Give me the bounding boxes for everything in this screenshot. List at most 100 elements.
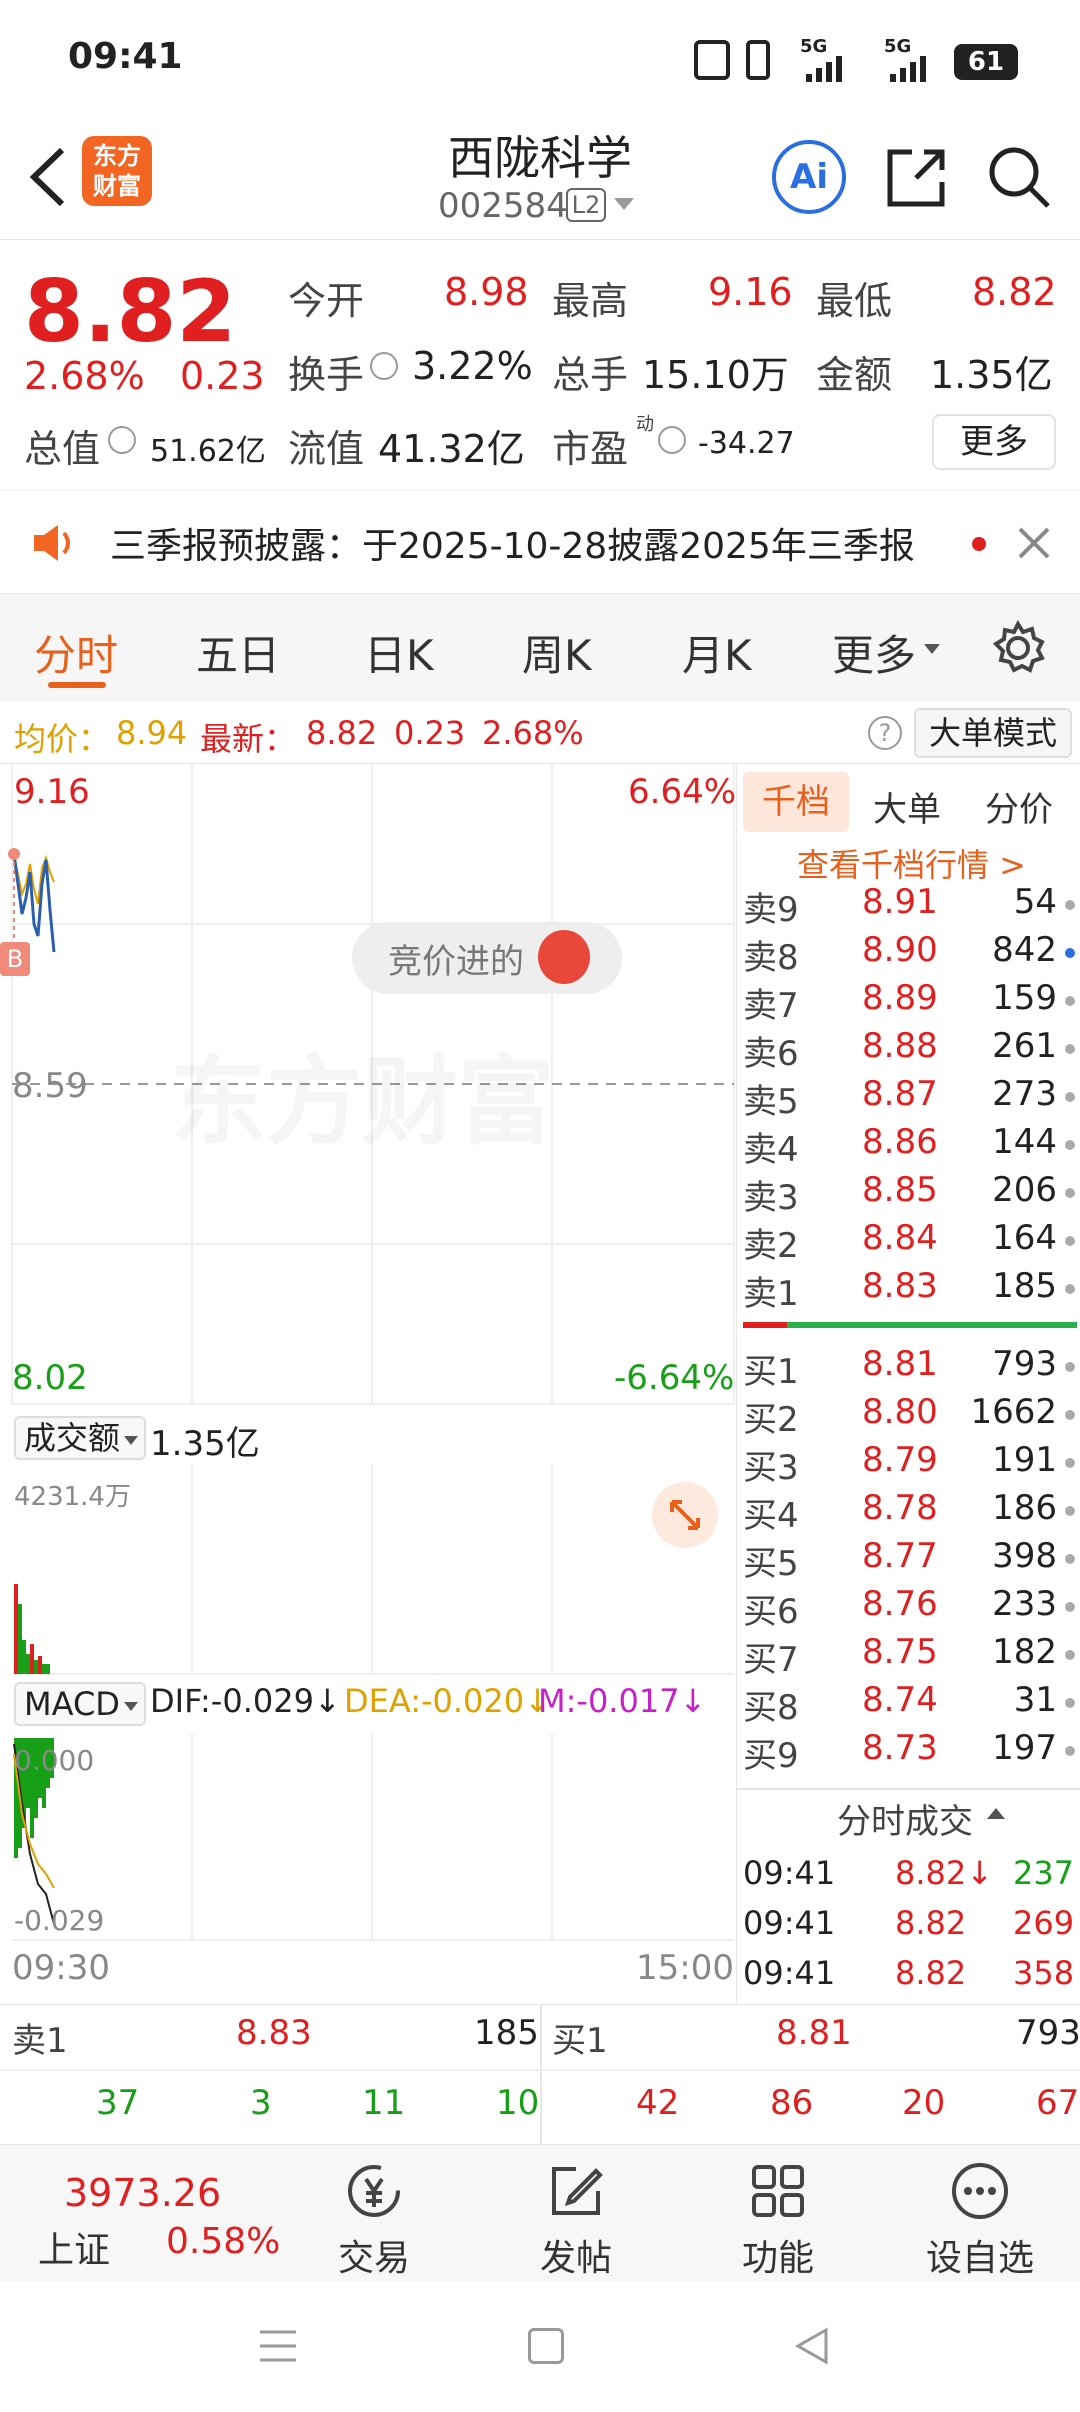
sell-queue-item: 37 [96,2083,140,2123]
ai-assistant-icon[interactable]: Ai [772,140,846,214]
back-nav-icon[interactable] [792,2326,832,2366]
volume-total: 1.35亿 [150,1424,260,1464]
period-tabs: 分时 五日 日K 周K 月K 更多 [0,594,1080,702]
amount-label: 金额 [816,353,893,397]
stock-name: 西陇科学 [448,131,632,185]
expand-icon[interactable] [652,1482,718,1548]
tick-price: 8.82↓ [895,1854,994,1892]
more-quote-button[interactable]: 更多 [932,414,1056,470]
tab-more[interactable]: 更多 [832,622,916,683]
notice-bar[interactable]: 三季报预披露：于2025-10-28披露2025年三季报 [0,490,1080,594]
bid-row[interactable]: 买4 8.78 186 [737,1488,1080,1536]
float-label: 流值 [288,427,365,471]
signal-icon-1 [806,56,842,82]
watermark: 东方财富 [170,1024,554,1163]
bid-row[interactable]: 买1 8.81 793 [737,1344,1080,1392]
sell-queue-item: 10 [496,2083,540,2123]
search-icon[interactable] [986,144,1054,212]
queue-row-divider [0,2069,1080,2071]
level2-badge[interactable]: L2 [566,188,606,222]
signal-icon-2 [890,56,926,82]
bid-row[interactable]: 买5 8.77 398 [737,1536,1080,1584]
ask-row[interactable]: 卖9 8.91 54 [737,882,1080,930]
change-amount: 0.23 [180,354,265,398]
bid-row[interactable]: 买6 8.76 233 [737,1584,1080,1632]
tab-big-orders[interactable]: 大单 [873,782,941,831]
grid-icon [748,2161,808,2221]
tab-weekly-k[interactable]: 周K [522,622,592,683]
buy-marker[interactable]: B [0,942,30,976]
gear-icon[interactable] [990,619,1046,676]
ask-row[interactable]: 卖5 8.87 273 [737,1074,1080,1122]
order-book-panel: 千档 大单 分价 查看千档行情 > 卖9 8.91 54 卖8 8.90 842 卖7 8… [736,764,1080,2004]
tab-daily-k[interactable]: 日K [364,622,434,683]
more-dropdown-icon[interactable] [924,644,940,654]
ticks-title[interactable]: 分时成交 [837,1794,973,1843]
high-value: 9.16 [708,270,793,314]
indicator-dropdown-icon[interactable] [124,1702,138,1711]
view-depth-link[interactable]: 查看千档行情 > [797,840,1026,886]
close-icon[interactable] [1016,525,1052,561]
queue-divider [540,2005,542,2145]
yen-cycle-icon [344,2161,404,2221]
nav-post[interactable]: 发帖 [476,2145,676,2283]
back-icon[interactable] [20,142,80,212]
tick-price: 8.82 [895,1954,967,1992]
ask-row[interactable]: 卖4 8.86 144 [737,1122,1080,1170]
bid-row[interactable]: 买7 8.75 182 [737,1632,1080,1680]
stock-header: 东方 财富 西陇科学 002584 L2 Ai [0,110,1080,240]
ratio-bar-buy [787,1322,1077,1328]
buy-queue-item: 67 [1036,2083,1080,2123]
volume-selector-label: 成交额 [24,1419,121,1457]
axis-bottom-percent: -6.64% [614,1358,735,1398]
macd-dif: DIF:-0.029↓ [150,1682,341,1720]
bid-row[interactable]: 买2 8.80 1662 [737,1392,1080,1440]
turnover-label: 换手 [288,353,365,397]
ask-row[interactable]: 卖2 8.84 164 [737,1218,1080,1266]
tab-price-distribution[interactable]: 分价 [985,782,1053,831]
auction-tag[interactable]: 竞价进的 [352,922,622,994]
tab-monthly-k[interactable]: 月K [682,622,752,683]
ratio-bar-sell [743,1322,787,1328]
pe-info-icon[interactable] [658,426,686,454]
turnover-info-icon[interactable] [370,352,398,380]
macd-axis-bottom: -0.029 [14,1904,105,1937]
axis-bottom-price: 8.02 [12,1358,88,1398]
order-queue-panel[interactable]: 卖1 8.83 185 买1 8.81 793 37 3 11 10 42 86… [0,2004,1080,2145]
open-label: 今开 [288,279,365,323]
ask-row[interactable]: 卖6 8.88 261 [737,1026,1080,1074]
mktcap-info-icon[interactable] [108,426,136,454]
eastmoney-logo[interactable]: 东方 财富 [82,136,152,206]
ask-row[interactable]: 卖3 8.85 206 [737,1170,1080,1218]
volume-dropdown-icon[interactable] [124,1436,138,1445]
ask-row[interactable]: 卖1 8.83 185 [737,1266,1080,1314]
pe-label: 市盈 [552,427,629,471]
float-value: 41.32亿 [378,427,525,471]
menu-icon[interactable] [258,2328,298,2364]
bottom-toolbar: 3973.26 上证 0.58% 交易 发帖 功能 设自选 [0,2144,1080,2282]
share-icon[interactable] [884,144,950,210]
avg-value: 8.94 [116,714,188,752]
tab-thousand-levels[interactable]: 千档 [743,772,849,832]
code-dropdown-icon[interactable] [614,198,634,210]
ask-row[interactable]: 卖7 8.89 159 [737,978,1080,1026]
queue-buy-volume: 793 [1016,2013,1080,2053]
tab-five-day[interactable]: 五日 [196,622,280,683]
nav-functions[interactable]: 功能 [678,2145,878,2283]
ask-row[interactable]: 卖8 8.90 842 [737,930,1080,978]
big-order-mode-button[interactable]: 大单模式 [914,708,1072,758]
home-icon[interactable] [528,2328,564,2364]
time-end-label: 15:00 [636,1948,734,1988]
index-name: 上证 [38,2230,111,2271]
tab-intraday[interactable]: 分时 [34,622,118,683]
queue-sell-label: 卖1 [12,2021,68,2061]
index-ticker[interactable]: 3973.26 上证 0.58% [0,2145,280,2283]
bid-row[interactable]: 买8 8.74 31 [737,1680,1080,1728]
bid-row[interactable]: 买9 8.73 197 [737,1728,1080,1776]
ticks-expand-icon[interactable] [987,1808,1005,1819]
bid-row[interactable]: 买3 8.79 191 [737,1440,1080,1488]
nav-trade[interactable]: 交易 [274,2145,474,2283]
help-icon[interactable]: ? [868,716,902,750]
latest-value: 8.82 [306,714,378,752]
nav-add-watchlist[interactable]: 设自选 [880,2145,1080,2283]
